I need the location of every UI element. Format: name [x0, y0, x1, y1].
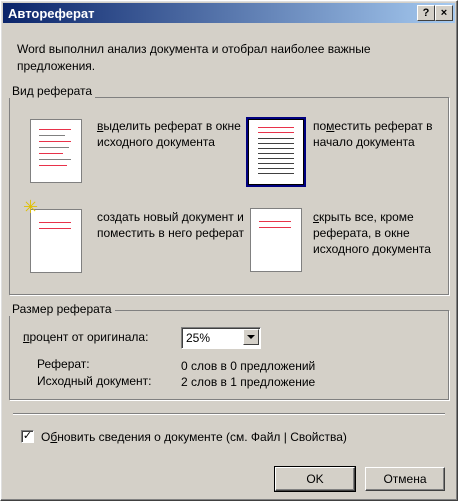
- summary-label: Реферат:: [37, 357, 90, 371]
- cancel-button[interactable]: Отмена: [365, 467, 445, 491]
- insert-summary-top-option[interactable]: [246, 117, 306, 187]
- hide-all-option[interactable]: [250, 208, 302, 272]
- autosummarize-dialog: Автореферат ? × Word выполнил анализ док…: [0, 0, 458, 501]
- dialog-title: Автореферат: [8, 6, 95, 21]
- close-button[interactable]: ×: [435, 5, 453, 21]
- type-group-label: Вид реферата: [9, 84, 96, 98]
- new-document-option[interactable]: ✳: [23, 198, 82, 273]
- summary-value: 0 слов в 0 предложений: [181, 359, 316, 373]
- ok-button[interactable]: OK: [274, 466, 356, 492]
- source-label: Исходный документ:: [37, 374, 152, 388]
- percent-value: 25%: [186, 331, 211, 345]
- help-button[interactable]: ?: [417, 5, 435, 21]
- source-value: 2 слов в 1 предложение: [181, 375, 316, 389]
- separator: [13, 413, 445, 415]
- chevron-down-icon[interactable]: [243, 329, 259, 345]
- insert-summary-top-label: поместить реферат в начало документа: [313, 119, 433, 149]
- update-properties-label[interactable]: Обновить сведения о документе (см. Файл …: [41, 430, 347, 444]
- new-document-label: создать новый документ и поместить в нег…: [97, 210, 244, 240]
- highlight-summary-label: выделить реферат в окне исходного докуме…: [97, 119, 241, 149]
- size-group-label: Размер реферата: [9, 302, 115, 316]
- title-bar[interactable]: Автореферат ? ×: [3, 3, 455, 23]
- intro-text: Word выполнил анализ документа и отобрал…: [17, 42, 371, 73]
- update-properties-checkbox[interactable]: ✓: [21, 430, 34, 443]
- hide-all-label: скрыть все, кроме реферата, в окне исход…: [313, 210, 431, 256]
- highlight-summary-option[interactable]: [30, 119, 82, 183]
- percent-label: процент от оригинала:: [23, 330, 149, 344]
- percent-select[interactable]: 25%: [181, 327, 261, 349]
- sparkle-icon: ✳: [23, 197, 39, 217]
